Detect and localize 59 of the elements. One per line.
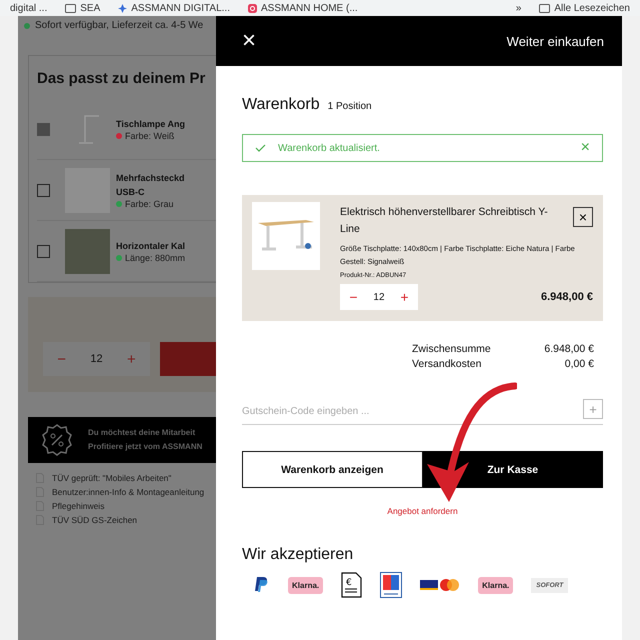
availability-text: Sofort verfügbar, Lieferzeit ca. 4-5 We (35, 20, 204, 31)
decrease-button[interactable]: − (346, 289, 361, 305)
cart-title: Warenkorb (242, 96, 320, 114)
bookmark-link[interactable]: ASSMANN DIGITAL... (131, 2, 230, 14)
continue-shopping-link[interactable]: Weiter einkaufen (506, 34, 604, 48)
promo-text: Du möchtest deine Mitarbeit (88, 427, 196, 439)
payment-title: Wir akzeptieren (242, 546, 354, 564)
promo-text: Profitiere jetzt vom ASSMANN (88, 441, 202, 453)
ec-card-logo (380, 572, 402, 598)
remove-button[interactable]: × (573, 207, 593, 227)
bookmark-link[interactable]: digital ... (10, 2, 48, 14)
item-price: 6.948,00 € (541, 291, 593, 303)
bookmark-link[interactable]: SEA (80, 2, 100, 14)
quantity-value: 12 (373, 292, 385, 302)
klarna-logo: Klarna. (288, 576, 324, 594)
klarna-logo: Klarna. (478, 576, 514, 594)
item-count: 1 Position (328, 101, 372, 112)
check-icon (255, 144, 266, 152)
bookmark-link[interactable]: ASSMANN HOME (... (261, 2, 358, 14)
product-attribute: Farbe: Weiß (125, 131, 174, 141)
document-link[interactable]: TÜV SÜD GS-Zeichen (52, 515, 138, 525)
total-value: 0,00 € (564, 358, 594, 370)
close-button[interactable]: × (242, 29, 256, 53)
coupon-field[interactable]: Gutschein-Code eingeben ... (242, 406, 583, 416)
document-link[interactable]: Benutzer:innen-Info & Montageanleitung (52, 487, 204, 497)
bookmark-link[interactable]: Alle Lesezeichen (554, 2, 630, 14)
folder-icon (539, 4, 550, 12)
section-title: Das passt zu deinem Pr (37, 70, 206, 87)
visa-mastercard-logo (420, 578, 460, 592)
product-name[interactable]: Tischlampe Ang (116, 117, 198, 131)
paypal-logo (254, 576, 270, 594)
product-attribute: Farbe: Grau (125, 199, 174, 209)
product-name[interactable]: Mehrfachsteckd USB-C (116, 171, 198, 199)
folder-icon (65, 4, 76, 12)
star-icon (118, 4, 128, 12)
increase-button[interactable]: + (397, 289, 412, 305)
status-dot (24, 22, 30, 28)
bookmark-link[interactable]: » (516, 2, 522, 14)
product-name[interactable]: Horizontaler Kal (116, 239, 198, 253)
total-label: Versandkosten (412, 358, 482, 370)
notice-text: Warenkorb aktualisiert. (278, 142, 380, 154)
photo-placeholder (64, 228, 110, 274)
document-link[interactable]: TÜV geprüft: "Mobiles Arbeiten" (52, 473, 172, 483)
document-link[interactable]: Pflegehinweis (52, 501, 104, 511)
checkbox[interactable] (37, 122, 50, 136)
total-value: 6.948,00 € (544, 343, 594, 355)
add-coupon-button[interactable]: + (583, 399, 603, 419)
checkbox[interactable] (37, 244, 50, 258)
camera-icon (248, 4, 257, 12)
close-button[interactable]: × (580, 139, 590, 157)
total-label: Zwischensumme (412, 343, 491, 355)
product-attribute: Länge: 880mm (125, 253, 186, 263)
view-cart-button[interactable]: Warenkorb anzeigen (242, 451, 422, 488)
checkbox[interactable] (37, 184, 50, 196)
product-name[interactable]: Elektrisch höhenverstellbarer Schreibtisch Y-Line (340, 204, 563, 238)
quantity-value: 12 (90, 353, 103, 365)
request-quote-link[interactable]: Angebot anfordern (387, 506, 458, 516)
invoice-icon: € (341, 572, 362, 598)
discount-icon (40, 423, 74, 457)
